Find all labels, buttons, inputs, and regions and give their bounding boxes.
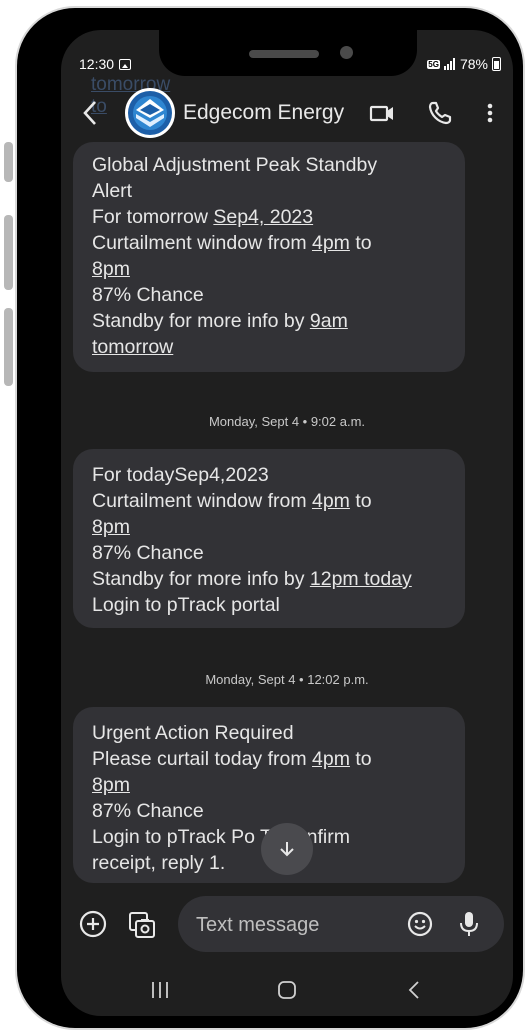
- message-text: Login to pTrack Po: [92, 826, 255, 848]
- phone-screen: tomorrow to 12:30 5G 78% Edgecom Energy …: [61, 30, 513, 1016]
- message-link[interactable]: tomorrow: [92, 336, 173, 358]
- more-vert-icon[interactable]: [475, 98, 505, 128]
- message-text: For todaySep4,2023: [92, 464, 269, 486]
- contact-name[interactable]: Edgecom Energy: [183, 101, 344, 125]
- message-text: Curtailment window from: [92, 490, 312, 512]
- message-input[interactable]: [194, 910, 398, 940]
- message-line: 8pm: [92, 514, 446, 540]
- message-link[interactable]: 4pm: [312, 232, 350, 254]
- message-text: Global Adjustment Peak Standby: [92, 154, 378, 176]
- message-line: Please curtail today from 4pm to: [92, 746, 446, 772]
- status-time: 12:30: [79, 56, 115, 72]
- message-line: tomorrow: [92, 334, 446, 360]
- battery-icon: [492, 57, 501, 71]
- earpiece: [249, 50, 319, 58]
- emoji-icon[interactable]: [407, 911, 433, 937]
- message-link[interactable]: 8pm: [92, 774, 130, 796]
- message-link[interactable]: 8pm: [92, 258, 130, 280]
- edgecom-logo-icon: [128, 91, 172, 135]
- back-arrow-icon[interactable]: [79, 98, 103, 128]
- mic-icon[interactable]: [457, 909, 481, 939]
- message-text: Alert: [92, 180, 133, 202]
- battery-percent: 78%: [459, 56, 488, 72]
- message-line: 8pm: [92, 256, 446, 282]
- message-link[interactable]: 4pm: [312, 748, 350, 770]
- phone-frame: tomorrow to 12:30 5G 78% Edgecom Energy …: [17, 8, 523, 1028]
- message-line: Alert: [92, 178, 446, 204]
- message-line: Standby for more info by 9am: [92, 308, 446, 334]
- message-link[interactable]: 12pm today: [310, 568, 412, 590]
- message-text: to: [349, 490, 372, 512]
- message-text: to: [349, 232, 372, 254]
- video-call-icon[interactable]: [367, 98, 397, 128]
- message-text: 87% Chance: [92, 800, 204, 822]
- message-bubble[interactable]: Global Adjustment Peak Standby Alert For t…: [73, 142, 465, 372]
- message-line: 87% Chance: [92, 282, 446, 308]
- message-timestamp: Monday, Sept 4 • 12:02 p.m.: [205, 672, 369, 687]
- nav-back-icon[interactable]: [407, 980, 421, 1000]
- message-text: 87% Chance: [92, 284, 204, 306]
- add-circle-icon[interactable]: [79, 910, 107, 938]
- message-text: For tomorrow: [92, 206, 214, 228]
- message-line: Standby for more info by 12pm today: [92, 566, 446, 592]
- message-link[interactable]: 4pm: [312, 490, 350, 512]
- signal-icon: [443, 58, 455, 70]
- camera-notch: [159, 30, 417, 76]
- message-text: to: [349, 748, 372, 770]
- message-line: For tomorrow Sep4, 2023: [92, 204, 446, 230]
- image-notification-icon: [119, 58, 132, 70]
- message-text: Please curtail today from: [92, 748, 313, 770]
- volume-down-side-button: [4, 215, 13, 290]
- compose-bar: [178, 896, 504, 952]
- message-line: Curtailment window from 4pm to: [92, 488, 446, 514]
- message-line: 87% Chance: [92, 540, 446, 566]
- phone-icon[interactable]: [425, 98, 455, 128]
- message-text: Curtailment window from: [92, 232, 312, 254]
- volume-up-side-button: [4, 142, 13, 182]
- message-link[interactable]: 9am: [310, 310, 348, 332]
- message-text: 87% Chance: [92, 542, 204, 564]
- message-line: Login to pTrack portal: [92, 592, 446, 618]
- message-text: Standby for more info by: [92, 310, 310, 332]
- message-text: Urgent Action Required: [92, 722, 294, 744]
- message-text: Standby for more info by: [92, 568, 310, 590]
- message-text: receipt, reply 1.: [92, 852, 226, 874]
- recents-icon[interactable]: [150, 981, 170, 999]
- message-text: Login to pTrack portal: [92, 594, 280, 616]
- message-link[interactable]: Sep4, 2023: [213, 206, 313, 228]
- scroll-to-bottom-button[interactable]: [261, 823, 313, 875]
- message-line: Global Adjustment Peak Standby: [92, 152, 446, 178]
- gallery-icon[interactable]: [127, 910, 157, 940]
- status-bar-left: 12:30: [79, 56, 132, 72]
- message-line: 8pm: [92, 772, 446, 798]
- home-icon[interactable]: [277, 980, 297, 1000]
- scroll-down-arrow-icon: [280, 842, 294, 857]
- status-bar-right: 5G 78%: [427, 56, 501, 72]
- network-type-badge: 5G: [427, 59, 440, 69]
- message-timestamp: Monday, Sept 4 • 9:02 a.m.: [208, 414, 366, 429]
- message-bubble[interactable]: For todaySep4,2023 Curtailment window fro…: [73, 449, 465, 628]
- front-camera: [340, 46, 353, 59]
- power-side-button: [4, 308, 13, 386]
- message-line: Urgent Action Required: [92, 720, 446, 746]
- message-line: 87% Chance: [92, 798, 446, 824]
- message-line: For todaySep4,2023: [92, 462, 446, 488]
- message-line: Curtailment window from 4pm to: [92, 230, 446, 256]
- message-link[interactable]: 8pm: [92, 516, 130, 538]
- conversation-header: Edgecom Energy: [61, 86, 513, 142]
- contact-avatar[interactable]: [125, 88, 175, 138]
